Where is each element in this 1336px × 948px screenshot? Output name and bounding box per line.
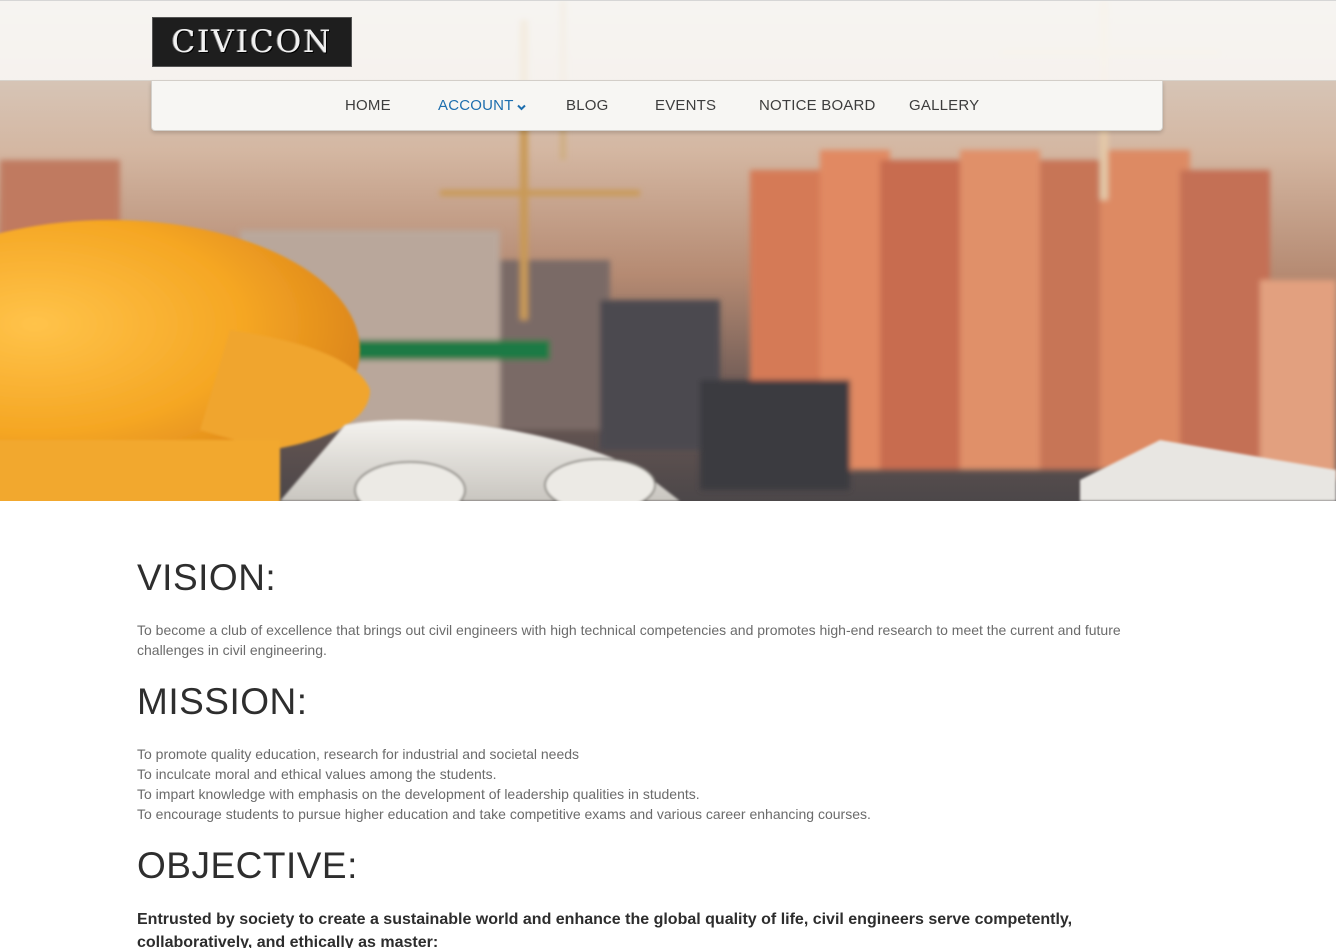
- mission-heading: MISSION:: [137, 681, 308, 722]
- nav-item-label: EVENTS: [655, 97, 717, 114]
- mission-list: To promote quality education, research f…: [137, 744, 1157, 824]
- main-nav: HOME ACCOUNT BLOG EVENTS NOTICE BOARD GA…: [151, 81, 1163, 131]
- nav-item-account[interactable]: ACCOUNT: [438, 81, 526, 130]
- objective-text: Entrusted by society to create a sustain…: [137, 911, 1073, 948]
- mission-item: To impart knowledge with emphasis on the…: [137, 786, 700, 802]
- page: CIVICON HOME ACCOUNT BLOG EVENTS NOTICE …: [0, 0, 1336, 948]
- nav-item-label: GALLERY: [909, 97, 980, 114]
- vision-heading: VISION:: [137, 557, 277, 598]
- mission-item: To inculcate moral and ethical values am…: [137, 766, 497, 782]
- vision-line: To become a club of excellence that brin…: [137, 622, 1121, 638]
- logo-text: CIVICON: [171, 24, 333, 60]
- nav-item-label: NOTICE BOARD: [759, 97, 876, 114]
- mission-item: To promote quality education, research f…: [137, 746, 580, 762]
- nav-item-label: HOME: [345, 97, 391, 114]
- chevron-down-icon: [516, 82, 526, 131]
- nav-item-home[interactable]: HOME: [345, 81, 391, 130]
- vision-text: To become a club of excellence that brin…: [137, 620, 1157, 660]
- nav-item-label: ACCOUNT: [438, 97, 514, 114]
- nav-item-blog[interactable]: BLOG: [566, 81, 608, 130]
- nav-item-gallery[interactable]: GALLERY: [909, 81, 979, 130]
- objective-heading: OBJECTIVE:: [137, 845, 358, 886]
- nav-item-events[interactable]: EVENTS: [655, 81, 716, 130]
- nav-item-notice-board[interactable]: NOTICE BOARD: [759, 81, 876, 130]
- mission-item: To encourage students to pursue higher e…: [137, 806, 871, 822]
- site-logo[interactable]: CIVICON: [152, 17, 352, 67]
- vision-line: challenges in civil engineering.: [137, 642, 327, 658]
- header-bar: CIVICON: [0, 0, 1336, 81]
- nav-item-label: BLOG: [566, 97, 609, 114]
